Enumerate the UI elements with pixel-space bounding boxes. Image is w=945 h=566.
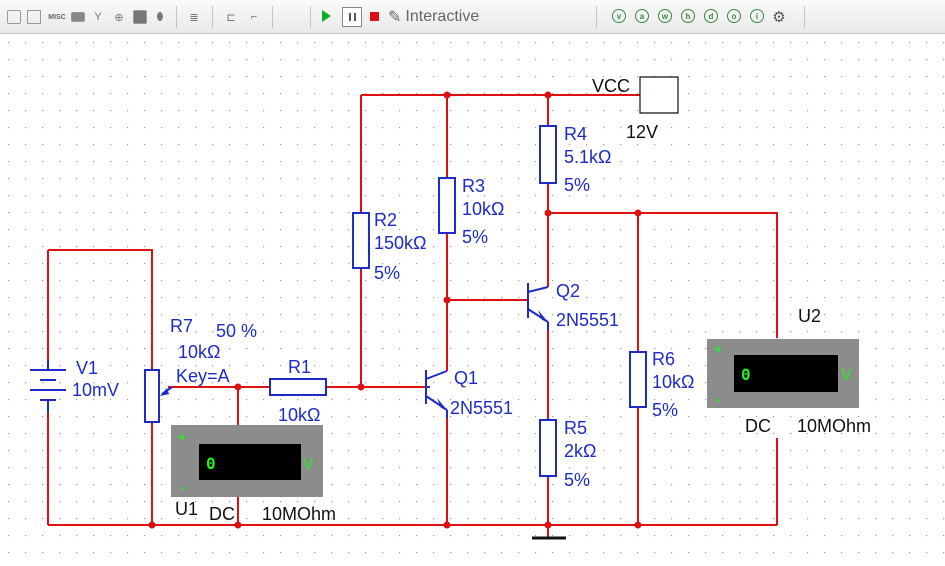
wattmeter-icon: w (661, 11, 669, 21)
u1-reading: 0 (206, 454, 216, 473)
pause-simulation-button[interactable] (342, 7, 362, 27)
oscilloscope-icon: o (731, 11, 737, 21)
misc-label: MISC (48, 13, 66, 21)
place-misc-button[interactable]: MISC (46, 8, 68, 26)
u2-plus: + (714, 341, 722, 357)
r2-tolerance: 5% (374, 263, 400, 283)
vcc-value: 12V (626, 122, 658, 142)
place-basic-button[interactable] (26, 8, 42, 26)
probe-instrument-button[interactable]: h (681, 9, 695, 23)
r3-tolerance: 5% (462, 227, 488, 247)
basic-icon (27, 10, 41, 24)
r6-name: R6 (652, 349, 675, 369)
q1-name: Q1 (454, 368, 478, 388)
place-wire-button[interactable]: ⌐ (246, 8, 262, 26)
u2-minus: - (716, 391, 721, 407)
stop-simulation-icon[interactable] (370, 12, 379, 21)
r4-tolerance: 5% (564, 175, 590, 195)
u2-resistance: 10MOhm (797, 416, 871, 436)
r3-name: R3 (462, 176, 485, 196)
interactive-mode-button[interactable]: ✎ Interactive (388, 6, 479, 28)
r3-value: 10kΩ (462, 199, 504, 219)
r4-name: R4 (564, 124, 587, 144)
u1-minus: - (180, 479, 185, 495)
u1-unit: V (303, 456, 314, 473)
u2-mode: DC (745, 416, 771, 436)
wattmeter-instrument-button[interactable]: w (658, 9, 672, 23)
place-antenna-button[interactable]: Y (90, 8, 106, 26)
r5-name: R5 (564, 418, 587, 438)
r5-value: 2kΩ (564, 441, 596, 461)
v1-value: 10mV (72, 380, 119, 400)
r6-value: 10kΩ (652, 372, 694, 392)
place-source-button[interactable] (6, 8, 22, 26)
v1-name: V1 (76, 358, 98, 378)
multisim-window: MISC Y ⊕ ⬮ ≣ ⊏ ⌐ ✎ Interactive v a w h d… (0, 0, 945, 566)
oscilloscope-probe-button[interactable]: o (727, 9, 741, 23)
q1-model: 2N5551 (450, 398, 513, 418)
source-icon (7, 10, 21, 24)
interactive-label: Interactive (405, 8, 480, 25)
u1-name: U1 (175, 499, 198, 519)
r7-name: R7 (170, 316, 193, 336)
u1-mode: DC (209, 504, 235, 524)
toolbar: MISC Y ⊕ ⬮ ≣ ⊏ ⌐ ✎ Interactive v a w h d… (0, 0, 945, 34)
place-mcu-button[interactable] (132, 8, 148, 26)
q2-name: Q2 (556, 281, 580, 301)
indicator-icon (71, 12, 85, 22)
differential-probe-button[interactable]: d (704, 9, 718, 23)
probe-instrument-icon: h (685, 11, 691, 21)
r1-name: R1 (288, 357, 311, 377)
place-hierarchical-button[interactable]: ⊏ (222, 8, 240, 26)
gear-icon: ⚙ (772, 9, 786, 26)
r7-key: Key=A (176, 366, 230, 386)
r7-value: 10kΩ (178, 342, 220, 362)
probe-icon: ⬮ (156, 10, 164, 23)
ammeter-icon: a (639, 11, 645, 21)
r4-value: 5.1kΩ (564, 147, 611, 167)
u1-plus: + (178, 429, 186, 445)
r1-value: 10kΩ (278, 405, 320, 425)
multimeter-instrument-button[interactable]: v (612, 9, 626, 23)
connector-icon: ⊕ (114, 11, 124, 24)
run-simulation-icon[interactable] (322, 10, 331, 22)
current-probe-icon: i (755, 11, 759, 21)
r6-tolerance: 5% (652, 400, 678, 420)
place-connector-button[interactable]: ⊕ (110, 8, 128, 26)
current-probe-button[interactable]: i (750, 9, 764, 23)
r2-value: 150kΩ (374, 233, 427, 253)
r5-tolerance: 5% (564, 470, 590, 490)
r2-name: R2 (374, 210, 397, 230)
antenna-icon: Y (94, 11, 102, 23)
bus-icon: ≣ (189, 11, 199, 24)
ammeter-instrument-button[interactable]: a (635, 9, 649, 23)
place-probe-button[interactable]: ⬮ (152, 8, 168, 26)
r7-percent: 50 % (216, 321, 257, 341)
schematic-canvas[interactable]: VCC 12V V1 10mV R7 50 % 10kΩ Key=A R1 10… (0, 34, 945, 566)
u2-reading: 0 (741, 365, 751, 384)
u2-name: U2 (798, 306, 821, 326)
vcc-label: VCC (592, 76, 630, 96)
place-bus-button[interactable]: ≣ (186, 8, 202, 26)
u2-unit: V (841, 367, 852, 384)
wire-icon: ⌐ (250, 11, 258, 23)
u1-resistance: 10MOhm (262, 504, 336, 524)
interactive-wand-icon: ✎ (388, 9, 402, 26)
mcu-icon (133, 10, 147, 24)
place-indicator-button[interactable] (70, 8, 86, 26)
probe-settings-button[interactable]: ⚙ (771, 8, 787, 26)
q2-model: 2N5551 (556, 310, 619, 330)
multimeter-icon: v (616, 11, 622, 21)
hierarchy-icon: ⊏ (226, 11, 236, 24)
differential-probe-icon: d (708, 11, 714, 21)
